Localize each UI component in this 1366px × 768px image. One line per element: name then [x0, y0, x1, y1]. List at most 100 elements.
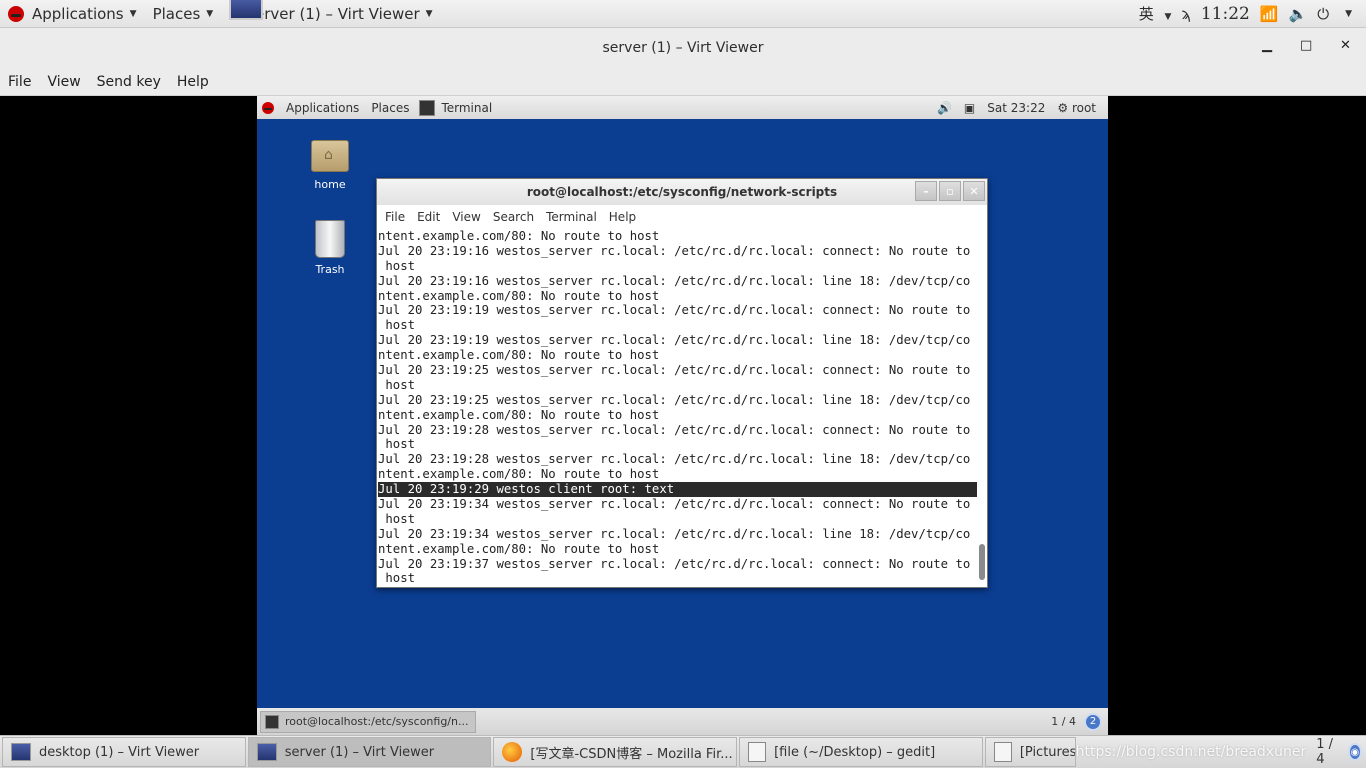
desktop-icon-label: home — [314, 178, 346, 191]
network-icon[interactable]: ▣ — [964, 101, 975, 115]
term-menu-search[interactable]: Search — [487, 210, 540, 224]
terminal-line: host — [378, 258, 416, 273]
menu-help[interactable]: Help — [169, 74, 217, 90]
text-editor-icon — [748, 742, 767, 762]
window-title: server (1) – Virt Viewer — [602, 40, 764, 56]
active-window-menu[interactable]: server (1) – Virt Viewer ▼ — [221, 0, 440, 28]
minimize-icon[interactable]: – — [915, 181, 937, 201]
input-method-indicator[interactable]: 英 ▼ — [1139, 3, 1172, 24]
notification-badge[interactable]: 2 — [1084, 712, 1102, 731]
terminal-line: Jul 20 23:19:19 westos_server rc.local: … — [378, 333, 971, 348]
chevron-down-icon: ▼ — [1164, 12, 1172, 22]
terminal-line: ntent.example.com/80: No route to host — [378, 348, 660, 363]
terminal-window[interactable]: root@localhost:/etc/sysconfig/network-sc… — [376, 178, 988, 588]
term-menu-help[interactable]: Help — [603, 210, 642, 224]
term-menu-view[interactable]: View — [446, 210, 486, 224]
term-menu-terminal[interactable]: Terminal — [540, 210, 603, 224]
guest-task-label: root@localhost:/etc/sysconfig/n... — [285, 715, 469, 728]
terminal-line: Jul 20 23:19:16 westos_server rc.local: … — [378, 243, 971, 258]
user-menu[interactable]: ⚙ root — [1057, 101, 1096, 115]
task-label: [写文章-CSDN博客 – Mozilla Fir... — [530, 746, 733, 762]
terminal-line: Jul 20 23:19:25 westos_server rc.local: … — [378, 392, 971, 407]
active-window-label: server (1) – Virt Viewer — [247, 4, 420, 23]
desktop-icon-trash[interactable]: Trash — [300, 220, 360, 276]
guest-top-panel: Applications Places Terminal 🔊 ▣ Sat 23:… — [257, 96, 1108, 119]
chevron-down-icon[interactable]: ▼ — [1345, 9, 1352, 19]
firefox-icon — [502, 742, 523, 762]
power-icon[interactable]: ⏻ — [1317, 5, 1329, 23]
close-icon[interactable]: ✕ — [1340, 38, 1351, 53]
terminal-line: ntent.example.com/80: No route to host — [378, 288, 660, 303]
terminal-menubar: File Edit View Search Terminal Help — [377, 205, 987, 229]
task-gedit[interactable]: [file (~/Desktop) – gedit] — [739, 737, 983, 767]
maximize-icon[interactable]: □ — [1300, 38, 1312, 53]
virt-viewer-icon — [256, 743, 277, 761]
menu-send-key[interactable]: Send key — [89, 74, 169, 90]
terminal-line: Jul 20 23:19:37 westos_server rc.local: … — [378, 556, 971, 571]
terminal-line: ntent.example.com/80: No route to host — [378, 541, 660, 556]
terminal-titlebar[interactable]: root@localhost:/etc/sysconfig/network-sc… — [377, 179, 987, 205]
menu-file[interactable]: File — [0, 74, 39, 90]
volume-icon[interactable]: 🔊 — [937, 101, 952, 115]
volume-icon[interactable]: 🔈 — [1289, 5, 1308, 23]
task-label: server (1) – Virt Viewer — [284, 744, 435, 760]
guest-applications-menu[interactable]: Applications — [280, 101, 365, 115]
places-label: Places — [152, 4, 201, 23]
terminal-line: host — [378, 437, 416, 452]
guest-bottom-panel: root@localhost:/etc/sysconfig/n... 1 / 4… — [257, 708, 1108, 735]
user-icon: ⚙ — [1057, 100, 1069, 115]
terminal-line: host — [378, 377, 416, 392]
chevron-down-icon: ▼ — [206, 8, 214, 19]
terminal-output[interactable]: ntent.example.com/80: No route to host Ju… — [377, 229, 977, 586]
file-manager-icon — [993, 742, 1012, 762]
task-label: [Pictures] — [1019, 744, 1076, 760]
guest-clock[interactable]: Sat 23:22 — [987, 101, 1045, 115]
terminal-icon — [419, 99, 436, 116]
task-label: desktop (1) – Virt Viewer — [39, 744, 200, 760]
chevron-down-icon: ▼ — [129, 8, 137, 19]
term-menu-edit[interactable]: Edit — [411, 210, 446, 224]
notification-badge[interactable]: ◉ — [1347, 743, 1362, 761]
ime-label: 英 — [1138, 5, 1154, 23]
wifi-icon[interactable]: 📶 — [1260, 5, 1279, 23]
task-pictures[interactable]: [Pictures] — [984, 737, 1076, 767]
workspace-pager[interactable]: 1 / 4 — [1316, 737, 1337, 767]
term-menu-file[interactable]: File — [379, 210, 411, 224]
close-icon[interactable]: ✕ — [963, 181, 985, 201]
virt-viewer-icon — [11, 743, 31, 761]
viewer-menubar: File View Send key Help — [0, 68, 1366, 96]
host-clock[interactable]: 11:22 — [1201, 4, 1250, 24]
terminal-line: Jul 20 23:19:28 westos_server rc.local: … — [378, 452, 971, 467]
places-menu[interactable]: Places ▼ — [145, 0, 222, 28]
redhat-icon — [8, 5, 24, 22]
redhat-icon — [262, 101, 274, 114]
guest-display[interactable]: Applications Places Terminal 🔊 ▣ Sat 23:… — [257, 96, 1108, 735]
terminal-line: host — [378, 318, 416, 333]
terminal-line: ntent.example.com/80: No route to host — [378, 467, 660, 482]
desktop-icon-home[interactable]: home — [300, 140, 360, 191]
workspace-pager[interactable]: 1 / 4 — [1051, 715, 1076, 728]
watermark: https://blog.csdn.net/breadxuner — [1075, 744, 1307, 760]
viewer-titlebar: server (1) – Virt Viewer ▁ □ ✕ — [0, 28, 1366, 68]
applications-label: Applications — [32, 4, 124, 23]
guest-terminal-app[interactable]: Terminal — [435, 101, 498, 115]
terminal-scrollbar[interactable] — [979, 544, 985, 580]
task-server-viewer[interactable]: server (1) – Virt Viewer — [247, 737, 492, 767]
terminal-line: ntent.example.com/80: No route to host — [378, 229, 660, 243]
applications-menu[interactable]: Applications ▼ — [0, 0, 145, 28]
desktop-icon-label: Trash — [315, 263, 345, 276]
terminal-line: host — [378, 511, 416, 526]
terminal-line: host — [378, 571, 416, 586]
user-label: root — [1071, 100, 1096, 115]
fcitx-icon[interactable]: ϡ — [1181, 5, 1190, 23]
chevron-down-icon: ▼ — [425, 8, 433, 19]
guest-task-terminal[interactable]: root@localhost:/etc/sysconfig/n... — [260, 710, 476, 733]
maximize-icon[interactable]: ▫ — [939, 181, 961, 201]
task-firefox[interactable]: [写文章-CSDN博客 – Mozilla Fir... — [493, 737, 738, 767]
terminal-title: root@localhost:/etc/sysconfig/network-sc… — [526, 185, 838, 199]
guest-places-menu[interactable]: Places — [365, 101, 415, 115]
virt-viewer-icon — [229, 0, 264, 20]
task-desktop-viewer[interactable]: desktop (1) – Virt Viewer — [2, 737, 246, 767]
minimize-icon[interactable]: ▁ — [1262, 38, 1272, 53]
menu-view[interactable]: View — [39, 74, 88, 90]
